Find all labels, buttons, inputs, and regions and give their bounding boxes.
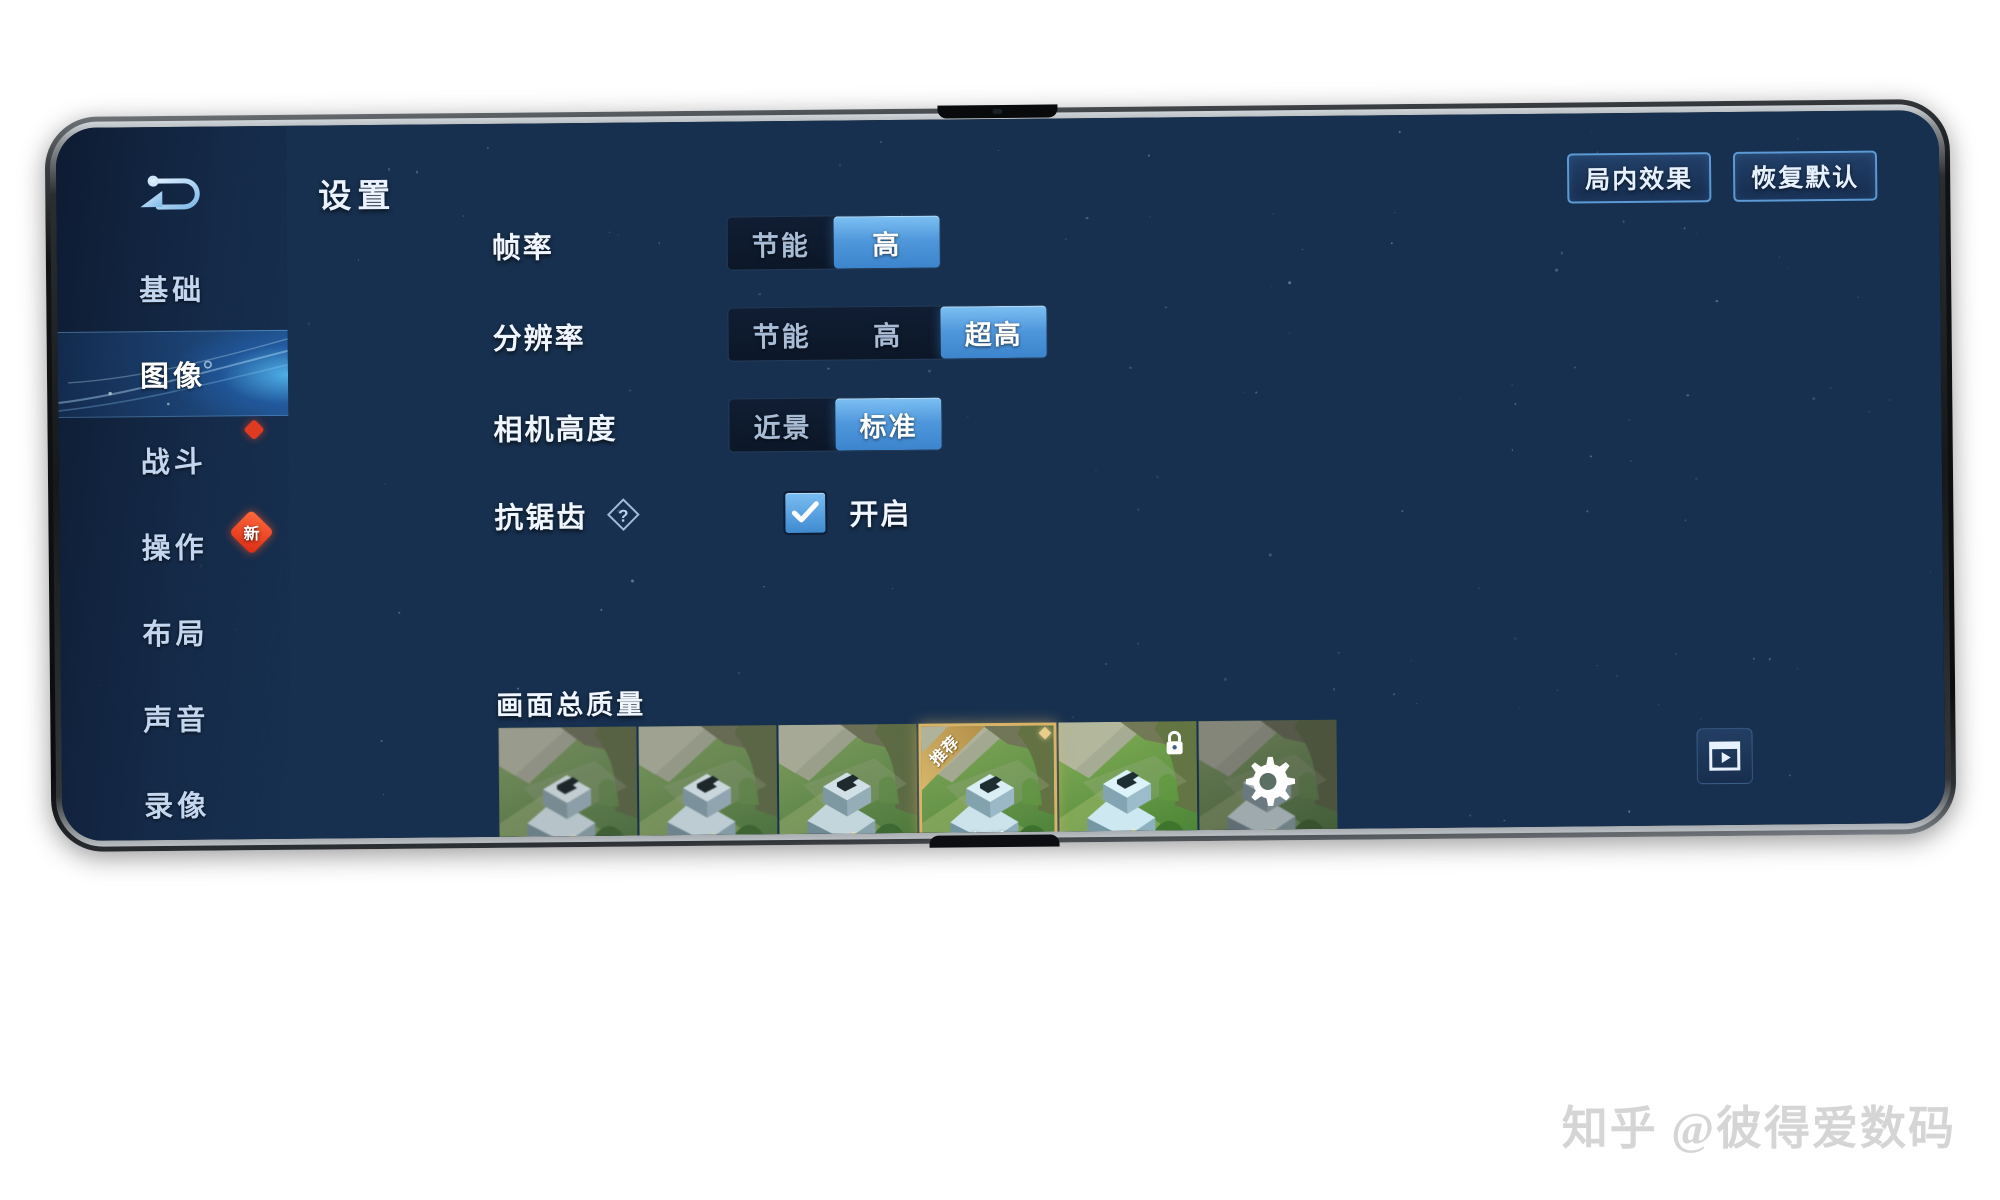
preset-thumbnail-art — [778, 723, 918, 842]
setting-label-frame-rate: 帧率 — [491, 232, 554, 265]
preset-thumbnail-art — [498, 726, 638, 842]
option-camera-height-1[interactable]: 标准 — [835, 397, 942, 451]
sidebar-item-label: 图像 — [139, 360, 207, 394]
sidebar-item-1[interactable]: 图像 — [57, 329, 289, 419]
antialias-checkbox[interactable] — [783, 490, 828, 536]
sidebar-item-label: 录像 — [143, 790, 211, 824]
preset-thumbnail-image — [778, 723, 918, 842]
quality-preset-list: 节能流畅标准推荐高清极致自定义 — [498, 719, 1339, 842]
quality-preset-2[interactable]: 标准 — [778, 723, 918, 842]
sidebar-item-2[interactable]: 战斗 — [58, 416, 289, 504]
sidebar-item-0[interactable]: 基础 — [57, 244, 288, 332]
svg-text:?: ? — [618, 507, 629, 526]
segmented-control-resolution: 节能 高 超高 — [727, 304, 1048, 362]
quality-preset-5[interactable]: 自定义 — [1198, 719, 1338, 842]
option-camera-height-0[interactable]: 近景 — [729, 399, 835, 452]
preset-thumbnail-image — [638, 725, 778, 842]
screenshot-root: 基础图像战斗操作新布局声音录像功能/隐私新赛事管理 设置 局内效果 恢复默认 帧… — [0, 0, 2000, 1200]
settings-content: 帧率 节能 高 分辨率 节能 高 超高 相机高度 近景 标准 抗锯齿 ? 开启 … — [286, 110, 1946, 842]
video-preview-button[interactable] — [1696, 727, 1753, 785]
setting-label-antialias: 抗锯齿 — [494, 501, 588, 535]
quality-section-title: 画面总质量 — [496, 689, 647, 721]
preset-thumbnail-art — [638, 725, 778, 842]
quality-preset-1[interactable]: 流畅 — [638, 725, 778, 842]
segmented-control-camera-height: 近景 标准 — [728, 396, 943, 453]
setting-row-antialias: 抗锯齿 ? 开启 — [494, 490, 912, 538]
check-icon — [791, 501, 819, 523]
option-resolution-1[interactable]: 高 — [834, 307, 940, 360]
sidebar-item-4[interactable]: 布局 — [60, 588, 291, 676]
back-button[interactable] — [56, 160, 287, 226]
option-resolution-2[interactable]: 超高 — [940, 305, 1047, 359]
setting-row-camera-height: 相机高度 近景 标准 — [493, 396, 943, 455]
setting-label-resolution: 分辨率 — [492, 322, 586, 356]
gear-icon — [1235, 753, 1302, 825]
question-mark-icon[interactable]: ? — [605, 496, 641, 532]
phone-device-frame: 基础图像战斗操作新布局声音录像功能/隐私新赛事管理 设置 局内效果 恢复默认 帧… — [44, 98, 1957, 853]
lock-icon — [1162, 729, 1186, 762]
notification-dot-icon — [243, 419, 265, 441]
setting-row-frame-rate: 帧率 节能 高 — [491, 214, 942, 273]
sidebar-nav-list: 基础图像战斗操作新布局声音录像功能/隐私新赛事管理 — [57, 244, 294, 841]
sidebar-item-label: 基础 — [139, 274, 206, 308]
sidebar-item-label: 布局 — [142, 618, 209, 652]
quality-preset-4[interactable]: 极致 — [1058, 721, 1198, 842]
preset-thumbnail-image — [498, 726, 638, 842]
option-resolution-0[interactable]: 节能 — [728, 308, 834, 361]
sidebar-item-label: 操作 — [141, 532, 208, 566]
antialias-value-label: 开启 — [849, 498, 912, 532]
phone-front-camera — [991, 108, 1003, 115]
game-settings-screen: 基础图像战斗操作新布局声音录像功能/隐私新赛事管理 设置 局内效果 恢复默认 帧… — [55, 109, 1946, 842]
sidebar-item-3[interactable]: 操作 新 — [59, 502, 290, 590]
option-frame-rate-1[interactable]: 高 — [833, 215, 941, 269]
phone-bottom-notch — [929, 834, 1060, 848]
setting-row-resolution: 分辨率 节能 高 超高 — [492, 304, 1048, 364]
setting-label-camera-height: 相机高度 — [493, 413, 618, 447]
play-window-icon — [1709, 741, 1741, 771]
sidebar-item-label: 战斗 — [140, 446, 207, 480]
phone-display: 基础图像战斗操作新布局声音录像功能/隐私新赛事管理 设置 局内效果 恢复默认 帧… — [55, 109, 1946, 842]
sidebar-item-label: 声音 — [143, 704, 210, 738]
new-badge-label: 新 — [243, 526, 260, 544]
option-frame-rate-0[interactable]: 节能 — [728, 217, 834, 270]
back-arrow-icon — [140, 175, 200, 210]
quality-preset-3[interactable]: 推荐高清 — [918, 722, 1058, 842]
sidebar-item-6[interactable]: 录像 — [62, 760, 293, 841]
new-badge-icon: 新 — [228, 509, 275, 555]
settings-sidebar: 基础图像战斗操作新布局声音录像功能/隐私新赛事管理 — [55, 125, 294, 842]
quality-preset-0[interactable]: 节能 — [498, 726, 638, 842]
watermark: 知乎 @彼得爱数码 — [1561, 1103, 1956, 1154]
segmented-control-frame-rate: 节能 高 — [726, 214, 942, 271]
sidebar-item-5[interactable]: 声音 — [61, 674, 292, 762]
